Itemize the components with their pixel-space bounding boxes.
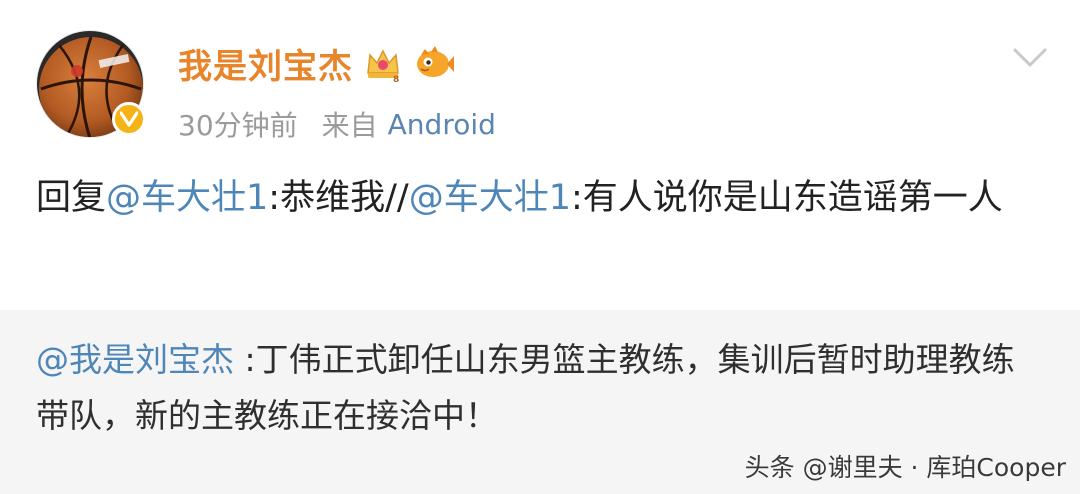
svg-text:8: 8 bbox=[393, 75, 399, 83]
reply-prefix: 回复 bbox=[36, 178, 107, 218]
repost-author-mention[interactable]: @我是刘宝杰 bbox=[36, 340, 234, 379]
chevron-down-icon[interactable] bbox=[1012, 46, 1048, 70]
post-source-prefix: 来自 bbox=[321, 109, 378, 142]
post-time: 30分钟前 bbox=[178, 109, 298, 142]
avatar-container[interactable] bbox=[36, 30, 146, 138]
mention-link[interactable]: @车大壮1 bbox=[409, 178, 571, 218]
crown-badge-icon[interactable]: 8 bbox=[363, 43, 403, 85]
post-meta: 30分钟前 来自 Android bbox=[178, 104, 496, 144]
quoted-text: :有人说你是山东造谣第一人 bbox=[570, 178, 1003, 218]
fish-badge-icon[interactable] bbox=[413, 43, 454, 83]
post-content: 回复@车大壮1:恭维我//@车大壮1:有人说你是山东造谣第一人 bbox=[36, 168, 1036, 228]
mention-link[interactable]: @车大壮1 bbox=[106, 178, 268, 218]
repost-content: @我是刘宝杰 :丁伟正式卸任山东男篮主教练，集训后暂时助理教练带队，新的主教练正… bbox=[36, 332, 1044, 444]
post-source[interactable]: Android bbox=[388, 108, 496, 141]
post-header: 我是刘宝杰 8 30分钟前 来自 Android bbox=[0, 0, 1080, 160]
username-row: 我是刘宝杰 8 bbox=[178, 38, 454, 88]
verified-v-icon bbox=[120, 111, 138, 127]
repost-card[interactable]: @我是刘宝杰 :丁伟正式卸任山东男篮主教练，集训后暂时助理教练带队，新的主教练正… bbox=[0, 310, 1080, 494]
verified-badge bbox=[112, 102, 146, 136]
weibo-post-screen: 我是刘宝杰 8 30分钟前 来自 Android 回复@车大壮1:恭维我//@车… bbox=[0, 0, 1080, 494]
watermark: 头条 @谢里夫 · 库珀Cooper bbox=[744, 453, 1066, 482]
username[interactable]: 我是刘宝杰 bbox=[178, 39, 353, 88]
reply-text: :恭维我// bbox=[268, 178, 409, 218]
